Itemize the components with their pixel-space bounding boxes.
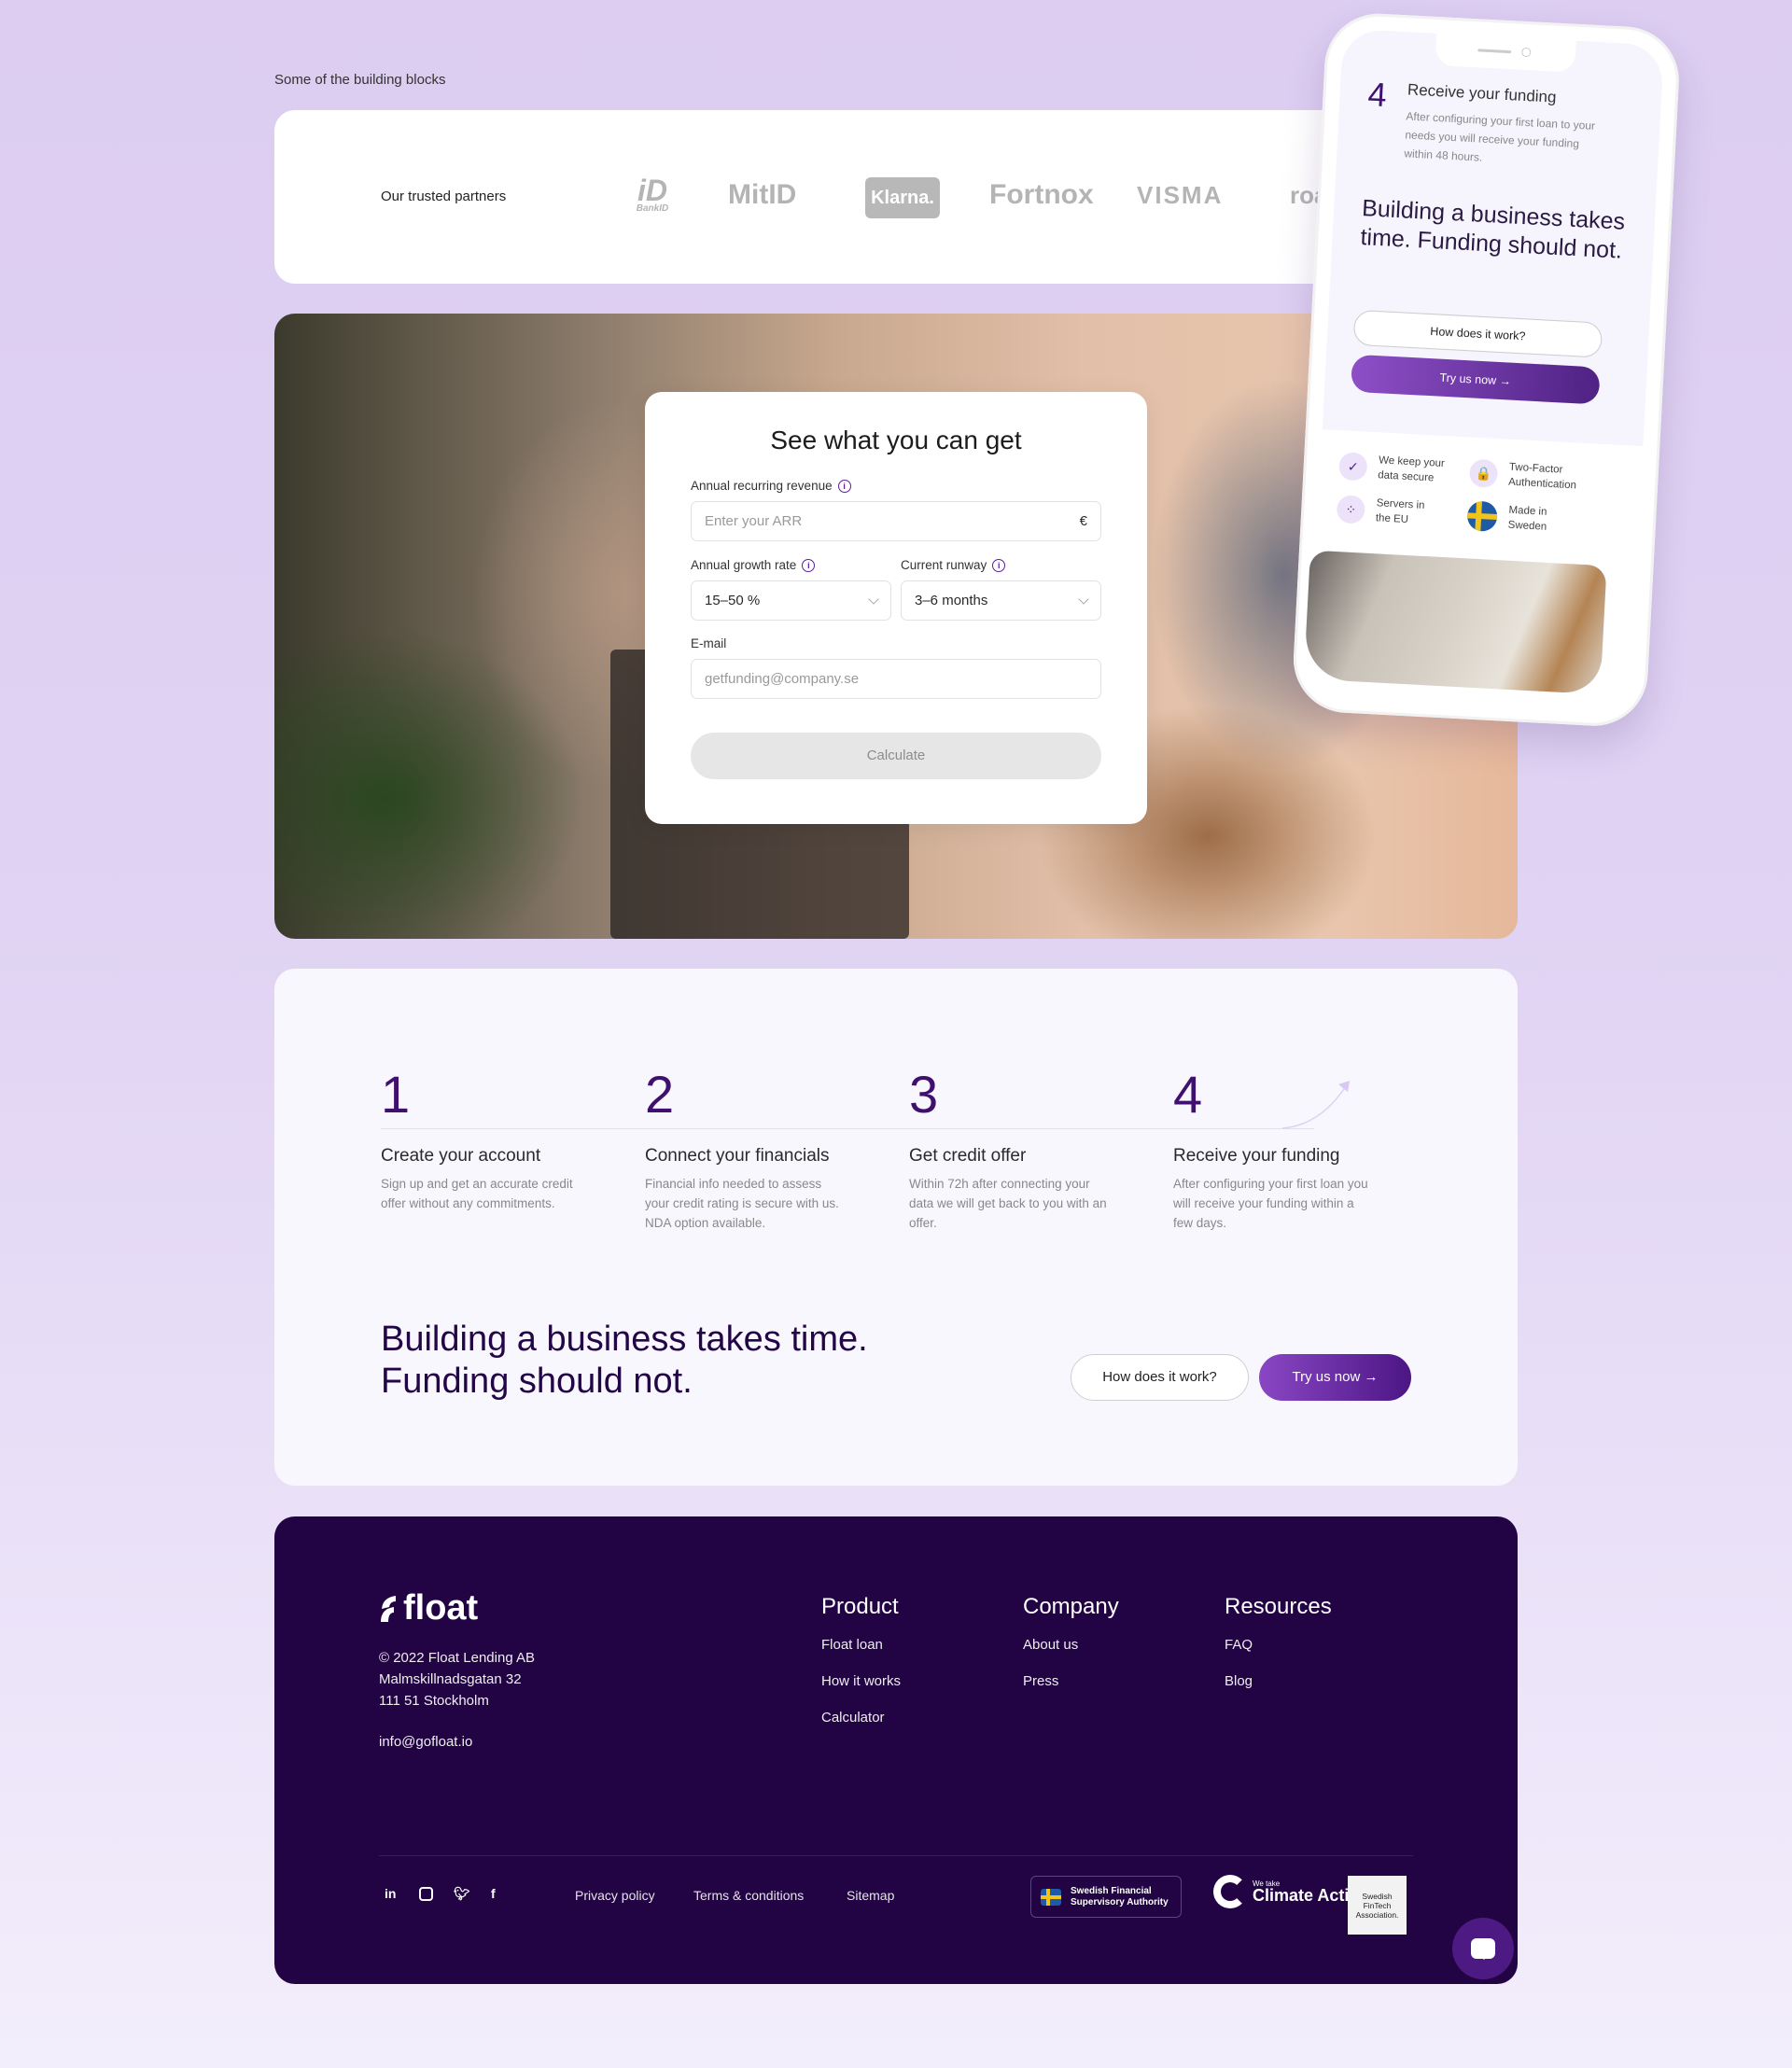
email-input[interactable] [705, 671, 1087, 687]
trust-item: 🔒 Two-Factor Authentication [1468, 457, 1593, 494]
calculate-button[interactable]: Calculate [691, 733, 1101, 779]
runway-label: Current runway i [901, 558, 1006, 572]
fintech-association-badge[interactable]: Swedish FinTech Association. [1348, 1876, 1407, 1935]
footer-column-title: Product [821, 1594, 899, 1619]
float-mark-icon [381, 1595, 396, 1622]
cta-headline: Building a business takes time. Funding s… [381, 1320, 868, 1401]
footer-link[interactable]: Calculator [821, 1710, 901, 1726]
privacy-policy-link[interactable]: Privacy policy [575, 1888, 655, 1903]
lock-icon: 🔒 [1468, 458, 1499, 488]
mitid-logo: MitID [728, 179, 797, 210]
footer-link[interactable]: About us [1023, 1637, 1119, 1653]
runway-select[interactable]: 3–6 months [901, 580, 1101, 621]
try-us-now-button[interactable]: Try us now → [1259, 1354, 1411, 1401]
footer-column-title: Company [1023, 1594, 1119, 1619]
footer: float © 2022 Float Lending AB Malmskillna… [274, 1516, 1518, 1984]
trust-item: ⁘ Servers in the EU [1336, 494, 1443, 529]
linkedin-icon[interactable]: in [385, 1886, 396, 1901]
shield-check-icon: ✓ [1337, 452, 1368, 482]
info-icon[interactable]: i [837, 479, 851, 493]
footer-link[interactable]: How it works [821, 1673, 901, 1689]
footer-link[interactable]: FAQ [1225, 1637, 1332, 1653]
fortnox-logo: Fortnox [989, 179, 1094, 210]
arrow-curve-icon [1282, 1081, 1350, 1129]
steps-card: 1 Create your account Sign up and get an a… [274, 969, 1518, 1486]
growth-select[interactable]: 15–50 % [691, 580, 891, 621]
footer-column-title: Resources [1225, 1594, 1332, 1619]
growth-label: Annual growth rate i [691, 558, 816, 572]
fsa-badge[interactable]: Swedish Financial Supervisory Authority [1030, 1876, 1182, 1918]
klarna-logo: Klarna. [865, 177, 940, 218]
climate-action-badge[interactable]: We take Climate Action [1213, 1875, 1369, 1908]
phone-how-button[interactable]: How does it work? [1352, 309, 1603, 358]
footer-link[interactable]: Press [1023, 1673, 1119, 1689]
phone-headline: Building a business takes time. Funding … [1359, 195, 1626, 264]
email-label: E-mail [691, 636, 727, 650]
phone-step-number: 4 [1366, 75, 1388, 115]
section-label: Some of the building blocks [274, 72, 446, 88]
phone-office-photo [1303, 550, 1607, 695]
terms-link[interactable]: Terms & conditions [693, 1888, 804, 1903]
arr-label: Annual recurring revenue i [691, 479, 851, 493]
phone-try-button[interactable]: Try us now → [1350, 354, 1601, 405]
sweden-flag-icon [1041, 1888, 1061, 1906]
chat-bubble-icon [1471, 1938, 1495, 1960]
partners-label: Our trusted partners [381, 189, 507, 204]
info-icon[interactable]: i [802, 558, 816, 572]
arr-field[interactable]: € [691, 501, 1101, 541]
footer-column-resources: Resources FAQ Blog [1225, 1594, 1332, 1710]
chevron-down-icon [1078, 593, 1089, 605]
climate-ring-icon [1213, 1875, 1247, 1908]
eu-stars-icon: ⁘ [1336, 495, 1366, 524]
how-does-it-work-button[interactable]: How does it work? [1071, 1354, 1249, 1401]
phone-step-title: Receive your funding [1407, 80, 1557, 106]
info-icon[interactable]: i [992, 558, 1006, 572]
steps-divider [381, 1128, 1314, 1129]
sitemap-link[interactable]: Sitemap [847, 1888, 894, 1903]
form-title: See what you can get [770, 426, 1022, 454]
chevron-down-icon [868, 593, 879, 605]
float-logo[interactable]: float [379, 1588, 478, 1628]
phone-mockup: 4 Receive your funding After configuring… [1290, 10, 1690, 738]
footer-address: © 2022 Float Lending AB Malmskillnadsgata… [379, 1650, 536, 1709]
partners-card: Our trusted partners iD BankID MitID Klar… [274, 110, 1488, 284]
footer-email[interactable]: info@gofloat.io [379, 1734, 472, 1750]
twitter-icon[interactable]: 🐦︎ [454, 1886, 470, 1902]
calculator-form: See what you can get Annual recurring re… [645, 392, 1147, 824]
bankid-logo: iD BankID [636, 174, 669, 214]
email-field[interactable] [691, 659, 1101, 699]
trust-item: Made in Sweden [1466, 500, 1565, 535]
chat-button[interactable] [1452, 1918, 1514, 1979]
arr-input[interactable] [705, 513, 1080, 529]
sweden-flag-icon [1466, 500, 1498, 533]
phone-notch [1435, 33, 1576, 73]
footer-column-product: Product Float loan How it works Calculat… [821, 1594, 901, 1746]
trust-item: ✓ We keep your data secure [1337, 451, 1454, 486]
euro-icon: € [1079, 513, 1087, 529]
facebook-icon[interactable]: f [491, 1886, 496, 1901]
visma-logo: VISMA [1137, 181, 1224, 209]
footer-divider [379, 1855, 1413, 1856]
footer-column-company: Company About us Press [1023, 1594, 1119, 1710]
footer-link[interactable]: Float loan [821, 1637, 901, 1653]
footer-link[interactable]: Blog [1225, 1673, 1332, 1689]
instagram-icon[interactable] [419, 1887, 433, 1901]
phone-step-desc: After configuring your first loan to you… [1404, 109, 1596, 164]
